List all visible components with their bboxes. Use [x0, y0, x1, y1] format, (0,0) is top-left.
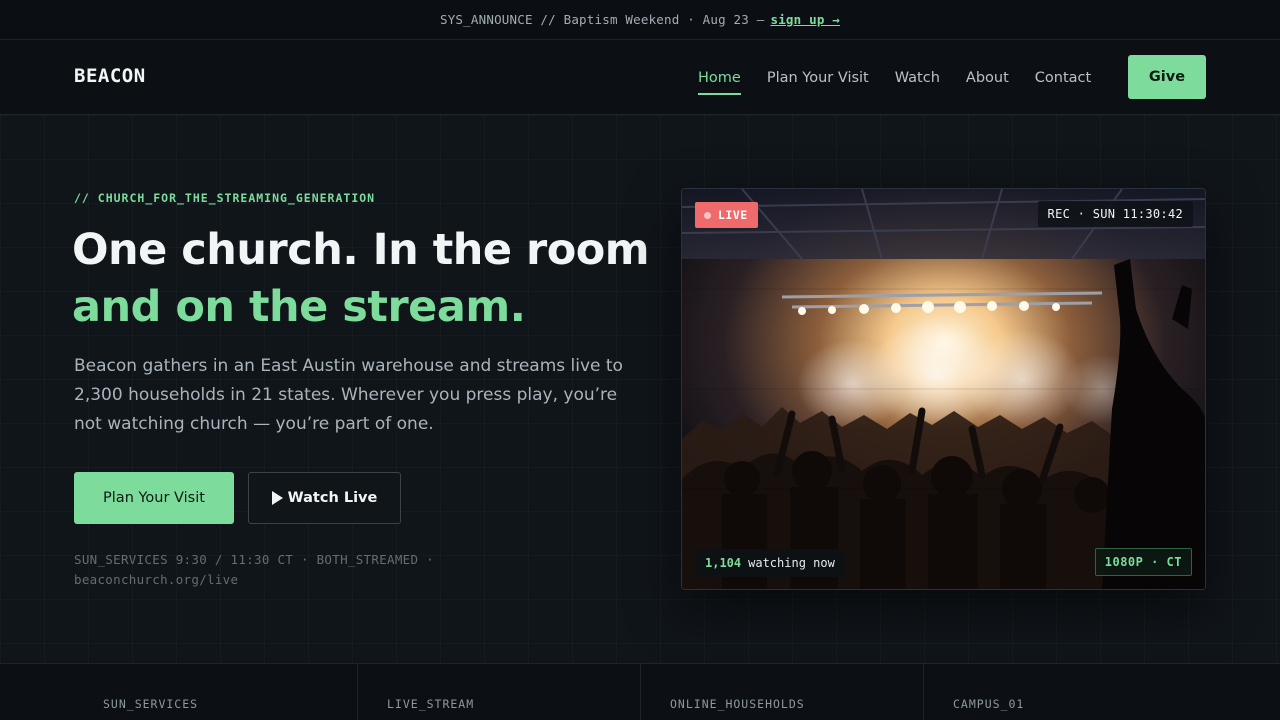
- watch-live-button[interactable]: Watch Live: [248, 472, 401, 524]
- give-button[interactable]: Give: [1128, 55, 1206, 99]
- stat-campus: CAMPUS_01: [924, 664, 1280, 720]
- plan-your-visit-label: Plan Your Visit: [103, 490, 205, 506]
- stat-label: SUN_SERVICES: [103, 697, 199, 711]
- livestream-player[interactable]: LIVE REC · SUN 11:30:42 1,104 watching n…: [681, 188, 1206, 590]
- watch-live-label: Watch Live: [287, 490, 378, 506]
- hero-headline-line-2: and on the stream.: [72, 282, 526, 332]
- viewer-count: 1,104: [705, 556, 742, 570]
- live-label: LIVE: [718, 208, 748, 222]
- play-icon: [271, 491, 283, 505]
- stat-live-stream: LIVE_STREAM: [358, 664, 641, 720]
- viewer-count-badge: 1,104 watching now: [695, 549, 845, 577]
- concert-crowd-image: [682, 189, 1205, 589]
- plan-your-visit-button[interactable]: Plan Your Visit: [74, 472, 234, 524]
- hero-headline: One church. In the room and on the strea…: [72, 222, 672, 336]
- nav-link-home[interactable]: Home: [698, 40, 741, 115]
- main-nav: BEACON Home Plan Your Visit Watch About …: [0, 40, 1280, 115]
- service-times: SUN_SERVICES 9:30 / 11:30 CT · BOTH_STRE…: [74, 552, 434, 587]
- rec-timestamp: REC · SUN 11:30:42: [1037, 201, 1193, 227]
- nav-links: Home Plan Your Visit Watch About Contact: [698, 40, 1117, 115]
- announcement-signup-link[interactable]: sign up →: [770, 12, 840, 27]
- stat-label: CAMPUS_01: [953, 697, 1025, 711]
- nav-link-about[interactable]: About: [966, 40, 1009, 115]
- live-dot-icon: [704, 211, 711, 219]
- stat-online-households: ONLINE_HOUSEHOLDS: [641, 664, 924, 720]
- resolution-badge: 1080P · CT: [1094, 548, 1192, 576]
- hero-description: Beacon gathers in an East Austin warehou…: [74, 356, 623, 434]
- nav-link-plan-your-visit[interactable]: Plan Your Visit: [767, 40, 869, 115]
- stat-label: LIVE_STREAM: [387, 697, 475, 711]
- hero-eyebrow: // CHURCH_FOR_THE_STREAMING_GENERATION: [74, 191, 376, 205]
- stat-label: ONLINE_HOUSEHOLDS: [670, 697, 805, 711]
- hero-headline-line-1: One church. In the room: [72, 225, 650, 275]
- announcement-text: SYS_ANNOUNCE // Baptism Weekend · Aug 23…: [439, 12, 765, 27]
- viewer-count-label: watching now: [748, 556, 835, 570]
- stats-strip: SUN_SERVICES LIVE_STREAM ONLINE_HOUSEHOL…: [0, 663, 1280, 720]
- brand-logo[interactable]: BEACON: [74, 65, 146, 87]
- announcement-bar: SYS_ANNOUNCE // Baptism Weekend · Aug 23…: [0, 0, 1280, 40]
- live-badge: LIVE: [695, 202, 758, 228]
- nav-link-contact[interactable]: Contact: [1035, 40, 1091, 115]
- nav-link-watch[interactable]: Watch: [895, 40, 940, 115]
- stat-sun-services: SUN_SERVICES: [0, 664, 358, 720]
